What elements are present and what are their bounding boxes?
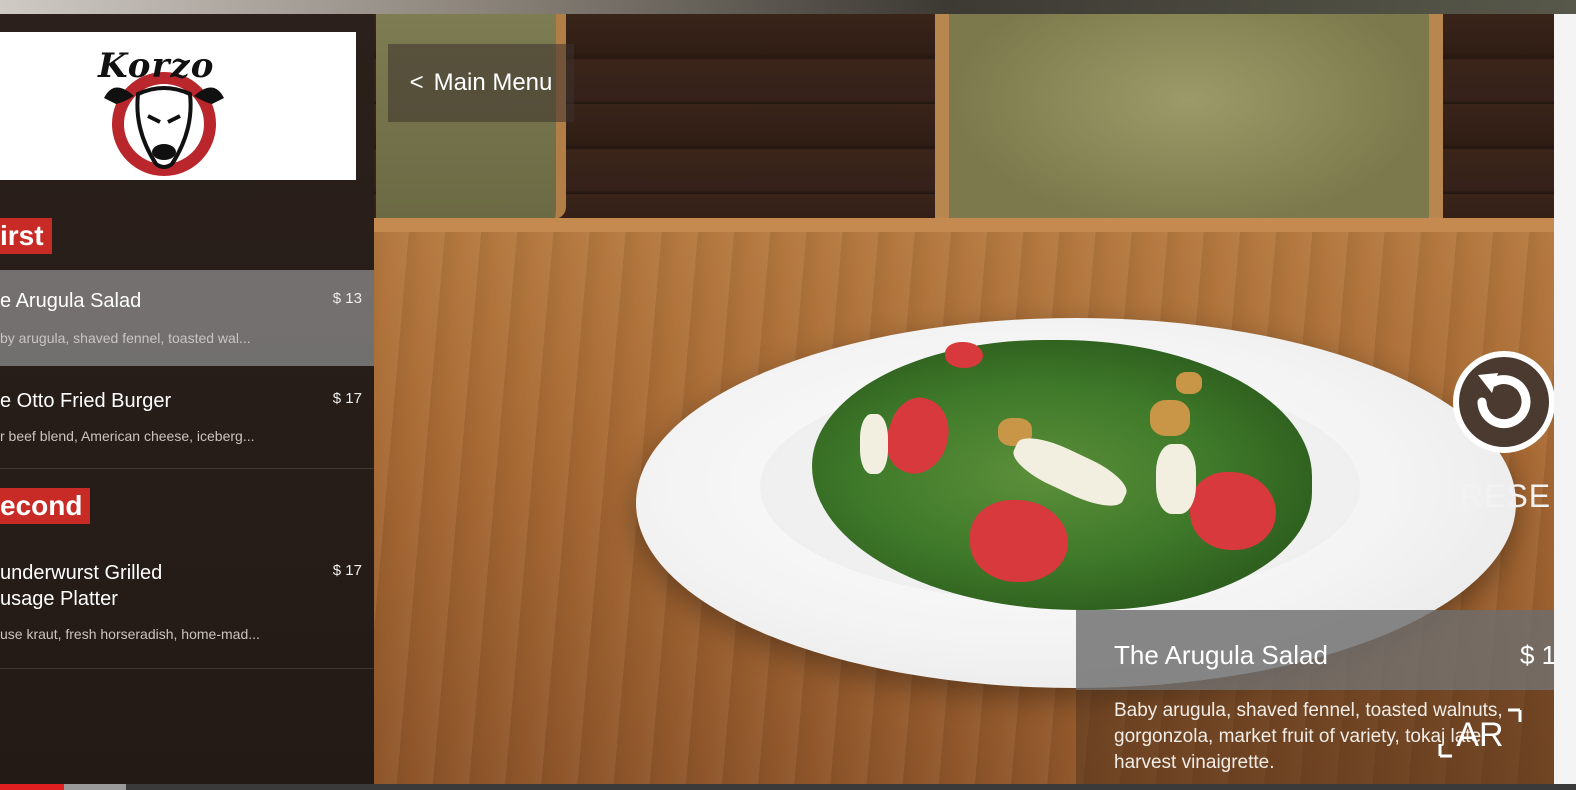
- ar-scene-view[interactable]: Korzo irst e Arugula Salad $ 13 by arugu…: [0, 0, 1576, 790]
- item-description: use kraut, fresh horseradish, home-mad..…: [0, 626, 260, 642]
- walnut: [1176, 372, 1202, 394]
- back-chevron-icon: <: [409, 69, 424, 96]
- item-name: e Arugula Salad: [0, 290, 142, 312]
- item-description: by arugula, shaved fennel, toasted wal..…: [0, 330, 251, 346]
- cheese-shaving: [860, 414, 888, 474]
- cheese-shaving: [1156, 444, 1196, 514]
- detail-price: $ 1: [1520, 640, 1557, 670]
- detail-title: The Arugula Salad: [1114, 640, 1328, 670]
- right-edge-strip: [1554, 14, 1576, 790]
- item-detail-panel: The Arugula Salad $ 1 Baby arugula, shav…: [1076, 610, 1557, 790]
- item-price: $ 17: [332, 390, 362, 407]
- item-price: $ 17: [332, 562, 362, 579]
- divider: [0, 468, 374, 469]
- main-menu-label: Main Menu: [433, 69, 553, 96]
- item-description: r beef blend, American cheese, iceberg..…: [0, 428, 255, 444]
- strawberry: [1190, 472, 1276, 550]
- reset-button[interactable]: [1452, 345, 1555, 460]
- section-first-heading: irst: [0, 218, 52, 254]
- ar-badge-icon: AR: [1438, 708, 1522, 758]
- menu-item-otto-fried-burger[interactable]: e Otto Fried Burger $ 17 r beef blend, A…: [0, 370, 374, 466]
- section-title: econd: [0, 490, 83, 521]
- section-second-heading: econd: [0, 488, 91, 524]
- table-edge: [374, 218, 1554, 232]
- item-name-line1: underwurst Grilled: [0, 562, 163, 584]
- main-menu-button[interactable]: < Main Menu: [388, 44, 574, 122]
- restaurant-logo: Korzo: [0, 32, 356, 180]
- ar-badge-label: AR: [1456, 716, 1503, 754]
- item-name-line2: usage Platter: [0, 588, 118, 610]
- strawberry: [945, 342, 983, 368]
- reset-icon: [1453, 351, 1555, 453]
- logo-wordmark: Korzo: [98, 46, 215, 86]
- background-chair-right: [935, 14, 1443, 229]
- menu-sidebar: Korzo irst e Arugula Salad $ 13 by arugu…: [0, 14, 374, 790]
- strawberry: [970, 500, 1068, 582]
- menu-item-arugula-salad[interactable]: e Arugula Salad $ 13 by arugula, shaved …: [0, 270, 374, 366]
- video-top-bar: [0, 0, 1576, 14]
- ar-badge[interactable]: AR: [1434, 704, 1526, 762]
- item-name: e Otto Fried Burger: [0, 390, 172, 412]
- section-title: irst: [0, 220, 44, 251]
- divider: [0, 668, 374, 669]
- video-progress-buffer: [64, 784, 126, 790]
- menu-item-sausage-platter[interactable]: underwurst Grilled usage Platter $ 17 us…: [0, 552, 374, 662]
- video-progress-track[interactable]: [0, 784, 1576, 790]
- walnut: [1150, 400, 1190, 436]
- reset-label[interactable]: RESE: [1460, 478, 1551, 515]
- video-progress-fill: [0, 784, 64, 790]
- item-price: $ 13: [332, 290, 362, 307]
